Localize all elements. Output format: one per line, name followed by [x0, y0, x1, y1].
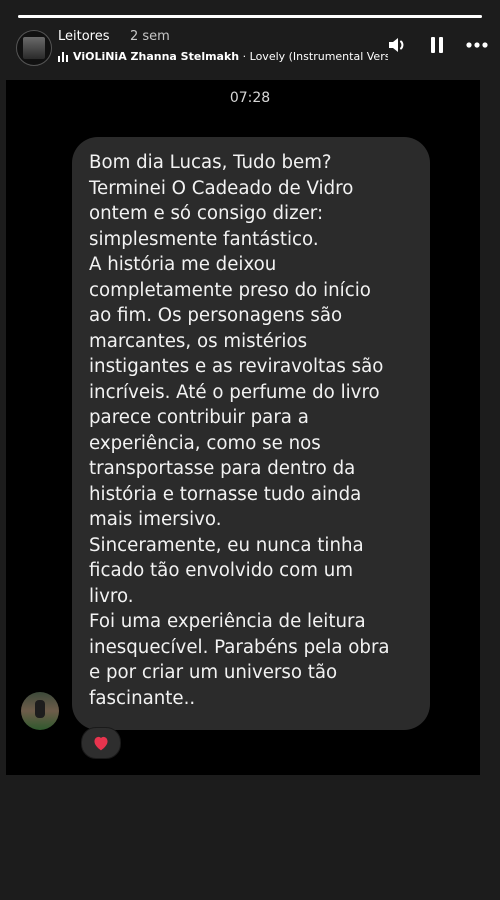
reaction-badge [81, 727, 121, 759]
music-artist: ViOLiNiA Zhanna Stelmakh [73, 50, 240, 63]
music-bars-icon [58, 52, 68, 62]
speaker-volume-icon[interactable] [386, 34, 408, 56]
account-name[interactable]: Leitores [58, 29, 110, 44]
message-timestamp: 07:28 [229, 90, 271, 106]
music-track: Lovely (Instrumental Versi [249, 50, 388, 63]
sender-avatar [21, 692, 59, 730]
story-progress-fill [18, 15, 482, 18]
message-text: Bom dia Lucas, Tudo bem? Terminei O Cade… [89, 152, 390, 709]
music-separator: · [239, 50, 250, 63]
story-controls [386, 34, 488, 56]
pause-icon[interactable] [426, 34, 448, 56]
story-progress-bar [18, 15, 482, 18]
more-options-icon[interactable] [466, 34, 488, 56]
music-attribution[interactable]: ViOLiNiA Zhanna Stelmakh · Lovely (Instr… [58, 50, 388, 66]
heart-icon [94, 736, 108, 751]
account-avatar[interactable] [16, 30, 52, 66]
post-time: 2 sem [130, 29, 170, 44]
message-bubble: Bom dia Lucas, Tudo bem? Terminei O Cade… [72, 137, 430, 730]
story-footer [0, 776, 500, 900]
